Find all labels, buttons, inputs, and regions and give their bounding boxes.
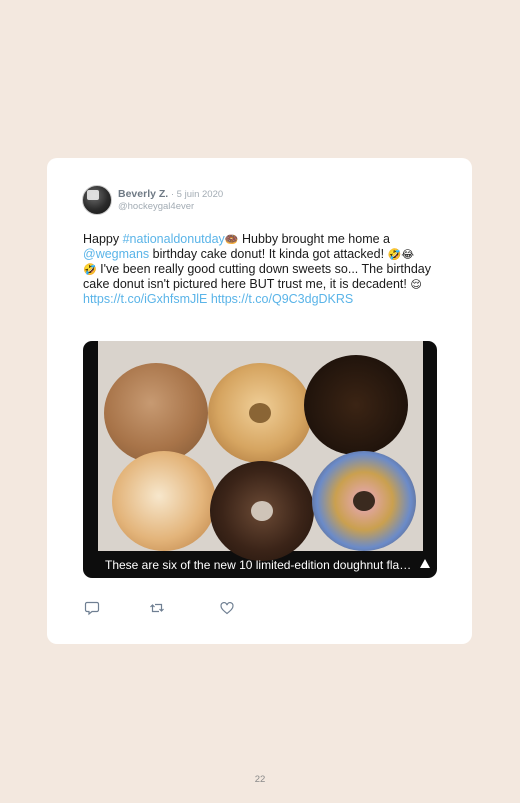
heart-icon (219, 600, 235, 616)
avatar[interactable] (82, 185, 112, 215)
tweet-header: Beverly Z. · 5 juin 2020 @hockeygal4ever (82, 185, 223, 215)
author-handle[interactable]: @hockeygal4ever (118, 201, 223, 213)
laugh-emoji: 🤣😂 (387, 248, 415, 261)
tweet-text-part1: Happy (83, 232, 123, 246)
donut-emoji: 🍩 (224, 233, 239, 246)
donut-image (208, 363, 312, 463)
rofl-emoji: 🤣 (83, 263, 97, 276)
tweet-actions (84, 600, 254, 616)
reply-icon (84, 600, 100, 616)
mention-link[interactable]: @wegmans (83, 247, 149, 261)
tweet-date[interactable]: 5 juin 2020 (177, 189, 223, 200)
reply-button[interactable] (84, 600, 100, 616)
tweet-text: Happy #nationaldonutday🍩 Hubby brought m… (83, 232, 443, 307)
tweet-text-part4: I've been really good cutting down sweet… (83, 262, 431, 291)
like-button[interactable] (219, 600, 235, 616)
retweet-icon (149, 600, 165, 616)
tweet-media[interactable]: These are six of the new 10 limited-edit… (83, 341, 437, 578)
relieved-emoji: 😌 (410, 278, 422, 291)
donut-hole (249, 403, 271, 423)
date-separator: · (168, 188, 177, 200)
retweet-button[interactable] (149, 600, 165, 616)
donut-image (210, 461, 314, 561)
tweet-link-1[interactable]: https://t.co/iGxhfsmJlE (83, 292, 207, 306)
donut-hole (353, 491, 375, 511)
tweet-text-part3: birthday cake donut! It kinda got attack… (149, 247, 388, 261)
author-name[interactable]: Beverly Z. (118, 188, 168, 200)
donut-image (312, 451, 416, 551)
donut-image (304, 355, 408, 455)
donuts-photo (98, 341, 423, 561)
media-caption: These are six of the new 10 limited-edit… (105, 558, 415, 572)
author-row: Beverly Z. · 5 juin 2020 (118, 188, 223, 201)
tweet-text-part2: Hubby brought me home a (238, 232, 390, 246)
tweet-card: Beverly Z. · 5 juin 2020 @hockeygal4ever… (47, 158, 472, 644)
donut-image (104, 363, 208, 463)
donut-hole (251, 501, 273, 521)
donut-image (112, 451, 216, 551)
hashtag-link[interactable]: #nationaldonutday (123, 232, 225, 246)
tweet-link-2[interactable]: https://t.co/Q9C3dgDKRS (211, 292, 353, 306)
caption-expand-icon[interactable] (420, 559, 430, 568)
page-number: 22 (254, 774, 266, 785)
author-meta: Beverly Z. · 5 juin 2020 @hockeygal4ever (118, 188, 223, 213)
